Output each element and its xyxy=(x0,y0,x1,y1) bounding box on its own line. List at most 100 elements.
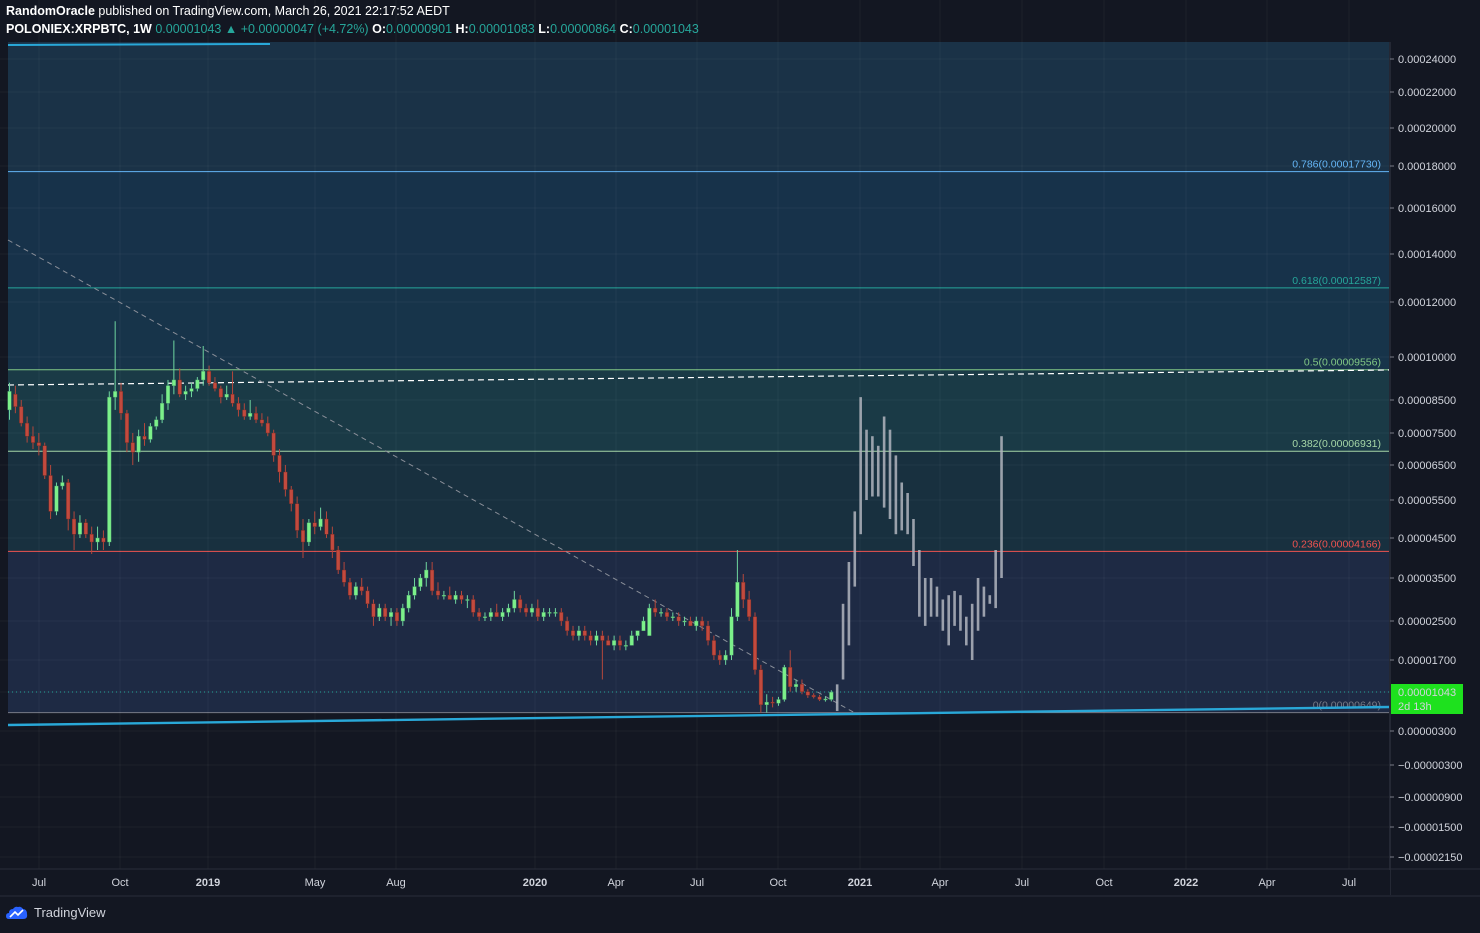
candle-body xyxy=(295,503,300,531)
candle-body xyxy=(424,569,429,579)
candle-body xyxy=(36,442,41,447)
projection-bar xyxy=(953,590,956,626)
candle-body xyxy=(688,620,693,627)
candle-body xyxy=(799,684,804,692)
candle-body xyxy=(782,667,787,700)
candle-body xyxy=(148,426,153,440)
candle-body xyxy=(236,403,241,411)
candle-body xyxy=(271,432,276,456)
projection-bar xyxy=(1000,436,1003,578)
candle-body xyxy=(259,419,264,424)
fib-label: 0(0.00000649) xyxy=(1313,700,1381,712)
candle-body xyxy=(659,612,664,614)
time-tick-label: Apr xyxy=(1258,877,1275,889)
candle-body xyxy=(130,442,135,453)
time-axis[interactable]: Jul Oct 2019 May Aug 2020 Apr Jul Oct 2021 Apr Jul O… xyxy=(0,868,1480,897)
time-tick-label: Jul xyxy=(1342,877,1356,889)
candle-body xyxy=(623,645,628,647)
candle-body xyxy=(13,394,18,407)
candle-body xyxy=(676,616,681,622)
time-tick-label: Apr xyxy=(607,877,624,889)
candle-countdown: 2d 13h xyxy=(1398,701,1432,713)
time-tick-label: Apr xyxy=(931,877,948,889)
candle-body xyxy=(471,599,476,613)
candle-body xyxy=(576,630,581,636)
candle-body xyxy=(119,391,124,414)
candle-body xyxy=(500,612,505,617)
candle-body xyxy=(160,403,165,420)
candle-body xyxy=(829,691,834,700)
candle-body xyxy=(664,612,669,617)
candle-body xyxy=(183,391,188,395)
time-tick-label: Jul xyxy=(1015,877,1029,889)
time-tick-label: Oct xyxy=(769,877,786,889)
candle-body xyxy=(336,549,341,571)
tradingview-logo[interactable]: TradingView xyxy=(6,905,106,920)
projection-bar xyxy=(959,595,962,631)
candle-body xyxy=(717,654,722,661)
projection-bar xyxy=(912,519,915,566)
candle-body xyxy=(107,396,112,543)
candle-body xyxy=(823,698,828,701)
candle-body xyxy=(330,534,335,551)
candle-body xyxy=(453,595,458,600)
candle-body xyxy=(418,577,423,587)
price-tick-label: 0.00018000 xyxy=(1398,161,1456,173)
time-tick-label: Oct xyxy=(1095,877,1112,889)
candle-body xyxy=(207,371,212,384)
fib-zone xyxy=(8,551,1389,713)
projection-bar xyxy=(888,429,892,519)
candle-body xyxy=(612,640,617,646)
price-tick-label: −0.00000900 xyxy=(1398,792,1463,804)
candle-body xyxy=(195,379,200,389)
candle-body xyxy=(588,635,593,641)
candle-body xyxy=(66,482,71,520)
price-tick-label: 0.00002500 xyxy=(1398,616,1456,628)
projection-bar xyxy=(976,578,980,631)
candle-body xyxy=(101,537,106,543)
candle-body xyxy=(794,684,799,687)
price-tick-label: 0.00024000 xyxy=(1398,54,1456,66)
candle-body xyxy=(7,391,12,411)
candle-body xyxy=(312,522,317,527)
candle-body xyxy=(553,612,558,614)
candle-body xyxy=(412,586,417,596)
candle-body xyxy=(541,612,546,617)
candle-body xyxy=(723,654,728,661)
price-tick-label: 0.00020000 xyxy=(1398,123,1456,135)
fib-zone xyxy=(8,451,1389,552)
price-axis[interactable]: 0.00024000 0.00022000 0.00020000 0.00018000… xyxy=(1389,0,1480,933)
candle-body xyxy=(447,595,452,600)
projection-bar xyxy=(882,416,886,508)
candle-body xyxy=(212,382,217,389)
projection-bar xyxy=(841,603,845,680)
projection-bar xyxy=(941,599,945,631)
tradingview-brand: TradingView xyxy=(34,905,106,920)
projection-bar xyxy=(982,586,986,617)
projection-bar xyxy=(865,429,868,500)
price-tick-label: 0.00005500 xyxy=(1398,495,1456,507)
price-tick-label: 0.00012000 xyxy=(1398,297,1456,309)
candle-body xyxy=(48,475,53,512)
candle-body xyxy=(230,394,235,404)
candle-body xyxy=(571,630,576,636)
candle-body xyxy=(741,582,746,600)
candle-body xyxy=(518,599,523,609)
candle-body xyxy=(254,413,259,421)
candle-body xyxy=(248,413,253,417)
price-tick-label: 0.00022000 xyxy=(1398,87,1456,99)
last-price-tag-value: 0.00001043 xyxy=(1398,687,1456,699)
candle-body xyxy=(670,616,675,618)
candle-body xyxy=(459,595,464,600)
projection-bar xyxy=(876,445,880,497)
candle-body xyxy=(177,379,182,395)
candle-body xyxy=(171,379,176,386)
candle-body xyxy=(400,607,405,622)
candle-body xyxy=(506,607,511,613)
time-tick-label: Jul xyxy=(32,877,46,889)
price-chart[interactable]: 0.786(0.00017730) 0.618(0.00012587) 0.5(0.… xyxy=(0,0,1480,933)
price-tick-label: 0.00003500 xyxy=(1398,573,1456,585)
candle-body xyxy=(565,620,570,631)
last-price-tag: 0.00001043 2d 13h xyxy=(1391,684,1463,714)
candle-body xyxy=(706,625,711,641)
